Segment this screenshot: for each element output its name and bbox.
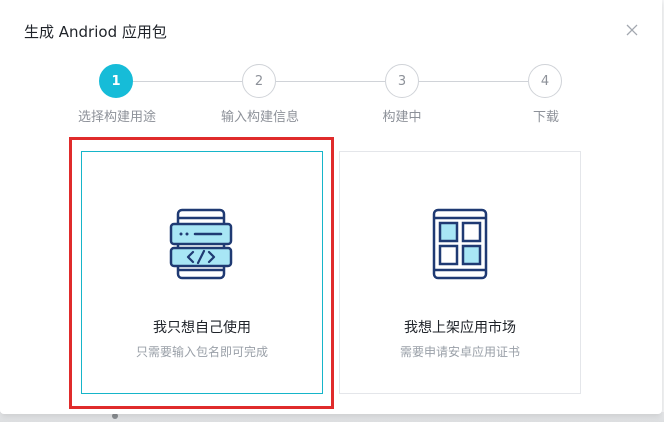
code-app-icon	[169, 208, 233, 280]
option-personal-use-card[interactable]: 我只想自己使用 只需要输入包名即可完成	[81, 151, 323, 394]
step-4-indicator: 4	[528, 64, 562, 98]
step-3-label: 构建中	[382, 110, 422, 125]
step-2-indicator: 2	[242, 64, 276, 98]
step-connector	[133, 81, 242, 82]
generate-android-package-dialog: 生成 Andriod 应用包 1 2 3 4 选择构建用途 输入构建信息 构建中…	[0, 0, 662, 414]
step-connector	[419, 81, 528, 82]
option-description: 只需要输入包名即可完成	[135, 345, 268, 359]
option-title: 我想上架应用市场	[404, 320, 516, 336]
option-title: 我只想自己使用	[153, 320, 251, 336]
app-grid-icon	[432, 208, 488, 280]
step-3-indicator: 3	[385, 64, 419, 98]
step-1-label: 选择构建用途	[77, 110, 157, 125]
step-2-label: 输入构建信息	[220, 110, 300, 125]
build-steps: 1 2 3 4 选择构建用途 输入构建信息 构建中 下载	[0, 0, 662, 130]
step-connector	[276, 81, 385, 82]
option-app-market-card[interactable]: 我想上架应用市场 需要申请安卓应用证书	[339, 151, 581, 394]
option-description: 需要申请安卓应用证书	[399, 345, 520, 359]
step-4-label: 下载	[532, 110, 560, 125]
step-1-indicator: 1	[99, 64, 133, 98]
